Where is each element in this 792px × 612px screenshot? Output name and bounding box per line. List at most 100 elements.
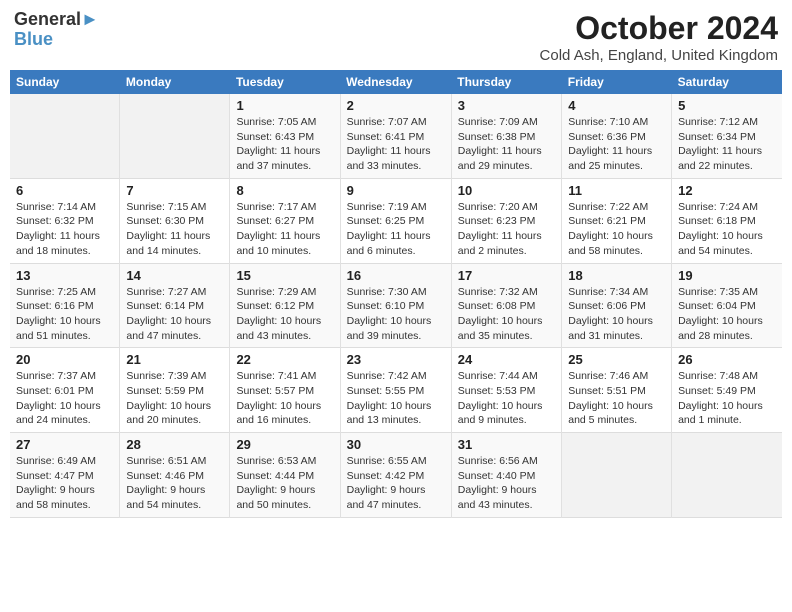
column-header-friday: Friday: [562, 70, 672, 94]
day-detail: Sunrise: 7:39 AM Sunset: 5:59 PM Dayligh…: [126, 369, 223, 428]
day-number: 13: [16, 268, 113, 283]
day-number: 12: [678, 183, 776, 198]
calendar-cell: 15 Sunrise: 7:29 AM Sunset: 6:12 PM Dayli…: [230, 263, 340, 348]
week-row-4: 20 Sunrise: 7:37 AM Sunset: 6:01 PM Dayli…: [10, 348, 782, 433]
day-number: 27: [16, 437, 113, 452]
day-detail: Sunrise: 7:17 AM Sunset: 6:27 PM Dayligh…: [236, 200, 333, 259]
calendar-header-row: SundayMondayTuesdayWednesdayThursdayFrid…: [10, 70, 782, 94]
day-detail: Sunrise: 6:51 AM Sunset: 4:46 PM Dayligh…: [126, 454, 223, 513]
column-header-sunday: Sunday: [10, 70, 120, 94]
day-detail: Sunrise: 7:14 AM Sunset: 6:32 PM Dayligh…: [16, 200, 113, 259]
calendar-cell: 25 Sunrise: 7:46 AM Sunset: 5:51 PM Dayli…: [562, 348, 672, 433]
day-detail: Sunrise: 6:55 AM Sunset: 4:42 PM Dayligh…: [347, 454, 445, 513]
day-number: 17: [458, 268, 555, 283]
day-detail: Sunrise: 7:25 AM Sunset: 6:16 PM Dayligh…: [16, 285, 113, 344]
day-number: 18: [568, 268, 665, 283]
calendar-cell: 11Sunrise: 7:22 AM Sunset: 6:21 PM Dayli…: [562, 178, 672, 263]
main-title: October 2024: [540, 10, 778, 47]
calendar-cell: 26 Sunrise: 7:48 AM Sunset: 5:49 PM Dayli…: [672, 348, 782, 433]
day-number: 28: [126, 437, 223, 452]
day-detail: Sunrise: 7:10 AM Sunset: 6:36 PM Dayligh…: [568, 115, 665, 174]
calendar-cell: 13 Sunrise: 7:25 AM Sunset: 6:16 PM Dayli…: [10, 263, 120, 348]
day-number: 7: [126, 183, 223, 198]
calendar-cell: 3 Sunrise: 7:09 AM Sunset: 6:38 PM Daylig…: [451, 94, 561, 178]
day-detail: Sunrise: 7:15 AM Sunset: 6:30 PM Dayligh…: [126, 200, 223, 259]
calendar-cell: 16 Sunrise: 7:30 AM Sunset: 6:10 PM Dayli…: [340, 263, 451, 348]
day-detail: Sunrise: 7:19 AM Sunset: 6:25 PM Dayligh…: [347, 200, 445, 259]
column-header-wednesday: Wednesday: [340, 70, 451, 94]
calendar-cell: 7 Sunrise: 7:15 AM Sunset: 6:30 PM Daylig…: [120, 178, 230, 263]
day-number: 8: [236, 183, 333, 198]
day-number: 20: [16, 352, 113, 367]
calendar-cell: [10, 94, 120, 178]
day-detail: Sunrise: 6:53 AM Sunset: 4:44 PM Dayligh…: [236, 454, 333, 513]
day-number: 31: [458, 437, 555, 452]
day-number: 22: [236, 352, 333, 367]
calendar-cell: 9Sunrise: 7:19 AM Sunset: 6:25 PM Daylig…: [340, 178, 451, 263]
day-number: 3: [458, 98, 555, 113]
day-number: 29: [236, 437, 333, 452]
page-header: General► Blue October 2024 Cold Ash, Eng…: [10, 10, 782, 64]
day-detail: Sunrise: 7:37 AM Sunset: 6:01 PM Dayligh…: [16, 369, 113, 428]
day-detail: Sunrise: 7:46 AM Sunset: 5:51 PM Dayligh…: [568, 369, 665, 428]
column-header-saturday: Saturday: [672, 70, 782, 94]
day-number: 16: [347, 268, 445, 283]
day-number: 24: [458, 352, 555, 367]
column-header-monday: Monday: [120, 70, 230, 94]
calendar-cell: 22 Sunrise: 7:41 AM Sunset: 5:57 PM Dayli…: [230, 348, 340, 433]
day-detail: Sunrise: 7:27 AM Sunset: 6:14 PM Dayligh…: [126, 285, 223, 344]
subtitle: Cold Ash, England, United Kingdom: [540, 47, 778, 64]
day-detail: Sunrise: 7:09 AM Sunset: 6:38 PM Dayligh…: [458, 115, 555, 174]
day-number: 15: [236, 268, 333, 283]
day-detail: Sunrise: 7:05 AM Sunset: 6:43 PM Dayligh…: [236, 115, 333, 174]
day-number: 10: [458, 183, 555, 198]
day-detail: Sunrise: 7:20 AM Sunset: 6:23 PM Dayligh…: [458, 200, 555, 259]
day-detail: Sunrise: 7:35 AM Sunset: 6:04 PM Dayligh…: [678, 285, 776, 344]
calendar-cell: 29 Sunrise: 6:53 AM Sunset: 4:44 PM Dayli…: [230, 433, 340, 518]
day-detail: Sunrise: 7:34 AM Sunset: 6:06 PM Dayligh…: [568, 285, 665, 344]
calendar-cell: 8 Sunrise: 7:17 AM Sunset: 6:27 PM Daylig…: [230, 178, 340, 263]
day-number: 30: [347, 437, 445, 452]
calendar-cell: 1 Sunrise: 7:05 AM Sunset: 6:43 PM Daylig…: [230, 94, 340, 178]
day-number: 5: [678, 98, 776, 113]
calendar-cell: [120, 94, 230, 178]
calendar-cell: [562, 433, 672, 518]
calendar-cell: 2 Sunrise: 7:07 AM Sunset: 6:41 PM Daylig…: [340, 94, 451, 178]
logo-line1: General►: [14, 10, 99, 30]
calendar-cell: 12 Sunrise: 7:24 AM Sunset: 6:18 PM Dayli…: [672, 178, 782, 263]
day-number: 23: [347, 352, 445, 367]
calendar-cell: 19 Sunrise: 7:35 AM Sunset: 6:04 PM Dayli…: [672, 263, 782, 348]
day-detail: Sunrise: 6:49 AM Sunset: 4:47 PM Dayligh…: [16, 454, 113, 513]
week-row-2: 6Sunrise: 7:14 AM Sunset: 6:32 PM Daylig…: [10, 178, 782, 263]
calendar-cell: 14 Sunrise: 7:27 AM Sunset: 6:14 PM Dayli…: [120, 263, 230, 348]
calendar-cell: 18 Sunrise: 7:34 AM Sunset: 6:06 PM Dayli…: [562, 263, 672, 348]
day-detail: Sunrise: 7:44 AM Sunset: 5:53 PM Dayligh…: [458, 369, 555, 428]
day-number: 2: [347, 98, 445, 113]
day-detail: Sunrise: 7:32 AM Sunset: 6:08 PM Dayligh…: [458, 285, 555, 344]
day-detail: Sunrise: 7:07 AM Sunset: 6:41 PM Dayligh…: [347, 115, 445, 174]
day-number: 26: [678, 352, 776, 367]
day-detail: Sunrise: 6:56 AM Sunset: 4:40 PM Dayligh…: [458, 454, 555, 513]
week-row-5: 27 Sunrise: 6:49 AM Sunset: 4:47 PM Dayli…: [10, 433, 782, 518]
day-number: 19: [678, 268, 776, 283]
week-row-3: 13 Sunrise: 7:25 AM Sunset: 6:16 PM Dayli…: [10, 263, 782, 348]
day-detail: Sunrise: 7:24 AM Sunset: 6:18 PM Dayligh…: [678, 200, 776, 259]
calendar-cell: 4 Sunrise: 7:10 AM Sunset: 6:36 PM Daylig…: [562, 94, 672, 178]
day-number: 14: [126, 268, 223, 283]
day-detail: Sunrise: 7:48 AM Sunset: 5:49 PM Dayligh…: [678, 369, 776, 428]
day-detail: Sunrise: 7:41 AM Sunset: 5:57 PM Dayligh…: [236, 369, 333, 428]
calendar-cell: 23Sunrise: 7:42 AM Sunset: 5:55 PM Dayli…: [340, 348, 451, 433]
day-number: 1: [236, 98, 333, 113]
calendar-cell: 6Sunrise: 7:14 AM Sunset: 6:32 PM Daylig…: [10, 178, 120, 263]
calendar-cell: 20 Sunrise: 7:37 AM Sunset: 6:01 PM Dayli…: [10, 348, 120, 433]
day-detail: Sunrise: 7:12 AM Sunset: 6:34 PM Dayligh…: [678, 115, 776, 174]
calendar-cell: [672, 433, 782, 518]
calendar-cell: 21Sunrise: 7:39 AM Sunset: 5:59 PM Dayli…: [120, 348, 230, 433]
calendar-cell: 10 Sunrise: 7:20 AM Sunset: 6:23 PM Dayli…: [451, 178, 561, 263]
title-block: October 2024 Cold Ash, England, United K…: [540, 10, 778, 64]
day-number: 11: [568, 183, 665, 198]
day-detail: Sunrise: 7:29 AM Sunset: 6:12 PM Dayligh…: [236, 285, 333, 344]
day-number: 4: [568, 98, 665, 113]
day-number: 25: [568, 352, 665, 367]
day-detail: Sunrise: 7:30 AM Sunset: 6:10 PM Dayligh…: [347, 285, 445, 344]
